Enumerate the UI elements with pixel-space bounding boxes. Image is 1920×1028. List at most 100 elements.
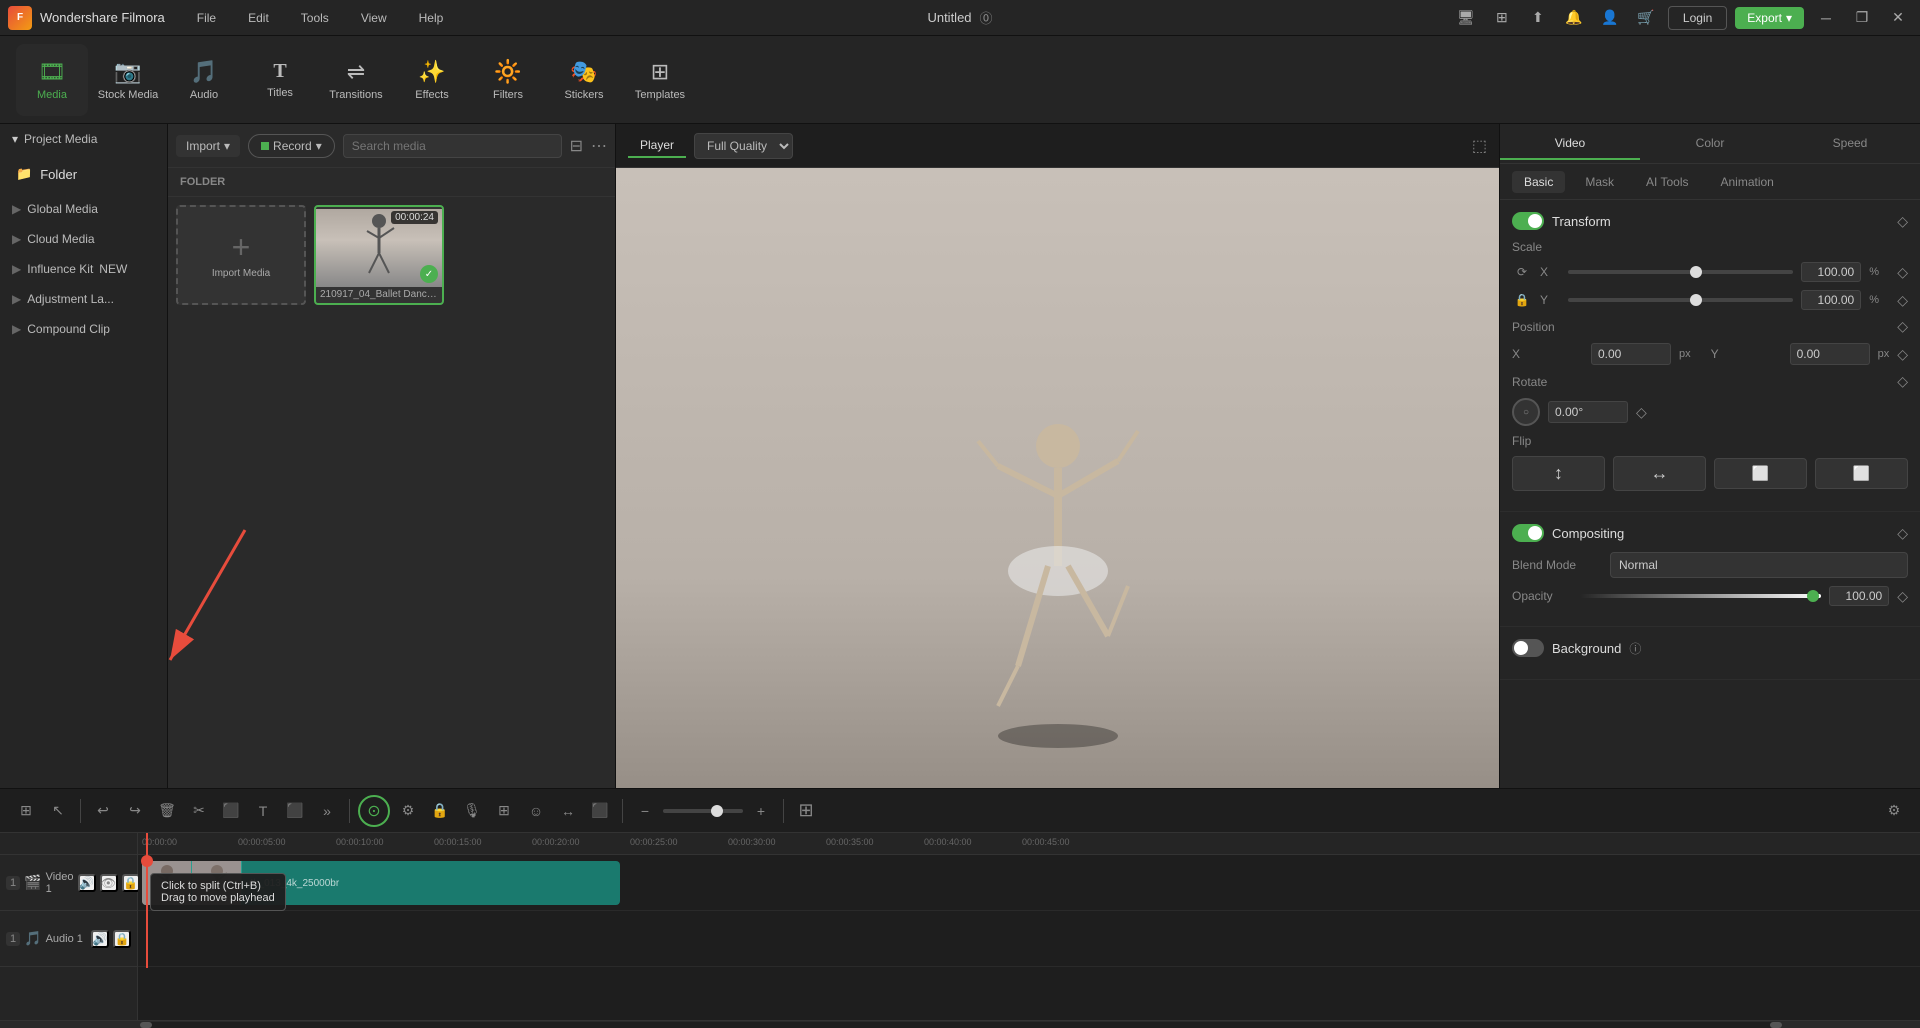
sticker-timeline-button[interactable]: ☺ xyxy=(522,797,550,825)
motion-button[interactable]: ↔ xyxy=(554,797,582,825)
blend-mode-select[interactable]: Normal Multiply Screen Overlay Darken Li… xyxy=(1610,552,1908,578)
filter-icon[interactable]: ⊟ xyxy=(570,136,583,156)
scale-x-keyframe-icon[interactable]: ◇ xyxy=(1897,264,1908,281)
flip-btn4[interactable]: ⬜ xyxy=(1815,458,1908,489)
export-button[interactable]: Export ▾ xyxy=(1735,7,1804,29)
rotate-keyframe-btn[interactable]: ◇ xyxy=(1636,404,1647,421)
position-x-input[interactable]: 0.00 xyxy=(1591,343,1671,365)
settings-button[interactable]: ⚙ xyxy=(1880,797,1908,825)
toolbar-item-titles[interactable]: T Titles xyxy=(244,44,316,116)
sub-tab-animation[interactable]: Animation xyxy=(1708,171,1785,193)
toolbar-item-stickers[interactable]: 🎭 Stickers xyxy=(548,44,620,116)
video1-hide-button[interactable]: 👁 xyxy=(100,874,118,892)
auto-enhance-button[interactable]: ⚙ xyxy=(394,797,422,825)
compositing-toggle[interactable] xyxy=(1512,524,1544,542)
sidebar-item-compound-clip[interactable]: ▶ Compound Clip xyxy=(0,314,167,344)
sidebar-item-influence-kit[interactable]: ▶ Influence Kit NEW xyxy=(0,254,167,284)
audio1-mute-button[interactable]: 🔊 xyxy=(91,930,109,948)
tab-video[interactable]: Video xyxy=(1500,128,1640,160)
opacity-value[interactable]: 100.00 xyxy=(1829,586,1889,606)
rotate-keyframe-icon[interactable]: ◇ xyxy=(1897,373,1908,390)
tab-speed[interactable]: Speed xyxy=(1780,128,1920,160)
user-icon[interactable]: 👤 xyxy=(1596,4,1624,32)
menu-file[interactable]: File xyxy=(189,7,224,29)
scale-y-slider[interactable] xyxy=(1568,298,1793,302)
position-y-input[interactable]: 0.00 xyxy=(1790,343,1870,365)
maximize-button[interactable]: ❐ xyxy=(1848,8,1876,28)
timeline-btn-layout[interactable]: ⊞ xyxy=(12,797,40,825)
player-tab[interactable]: Player xyxy=(628,134,686,158)
rotate-value-input[interactable]: 0.00° xyxy=(1548,401,1628,423)
pip-button[interactable]: ⬛ xyxy=(586,797,614,825)
opacity-slider[interactable] xyxy=(1580,594,1821,598)
opacity-keyframe-icon[interactable]: ◇ xyxy=(1897,588,1908,605)
transform-keyframe-icon[interactable]: ◇ xyxy=(1897,213,1908,230)
zoom-out-button[interactable]: − xyxy=(631,797,659,825)
timeline-btn-text[interactable]: T xyxy=(249,797,277,825)
help-icon[interactable]: ⓪ xyxy=(980,8,993,27)
tab-color[interactable]: Color xyxy=(1640,128,1780,160)
sub-tab-basic[interactable]: Basic xyxy=(1512,171,1565,193)
scrollbar-track[interactable] xyxy=(140,1022,1782,1028)
flip-h-button[interactable]: ↕ xyxy=(1512,456,1605,491)
scale-y-keyframe-icon[interactable]: ◇ xyxy=(1897,292,1908,309)
media-clip-1[interactable]: 00:00:24 ✓ 210917_04_Ballet Dancer_4k... xyxy=(314,205,444,305)
toolbar-item-media[interactable]: 🎞 Media xyxy=(16,44,88,116)
video1-mute-button[interactable]: 🔊 xyxy=(78,874,96,892)
scale-x-slider[interactable] xyxy=(1568,270,1793,274)
playhead[interactable] xyxy=(146,833,148,968)
cart-icon[interactable]: 🛒 xyxy=(1632,4,1660,32)
toolbar-item-templates[interactable]: ⊞ Templates xyxy=(624,44,696,116)
audio1-lock-button[interactable]: 🔒 xyxy=(113,930,131,948)
flip-btn3[interactable]: ⬜ xyxy=(1714,458,1807,489)
quality-select[interactable]: Full Quality 1/2 Quality 1/4 Quality xyxy=(694,133,793,159)
sidebar-item-cloud-media[interactable]: ▶ Cloud Media xyxy=(0,224,167,254)
grid-icon[interactable]: ⊞ xyxy=(1488,4,1516,32)
background-info-icon[interactable]: ⓘ xyxy=(1629,640,1641,657)
import-button[interactable]: Import ▾ xyxy=(176,135,240,157)
monitor-icon[interactable]: 🖥 xyxy=(1452,4,1480,32)
scale-x-value[interactable]: 100.00 xyxy=(1801,262,1861,282)
toolbar-item-stock[interactable]: 📷 Stock Media xyxy=(92,44,164,116)
export-dropdown-icon[interactable]: ▾ xyxy=(1786,11,1792,25)
scale-y-value[interactable]: 100.00 xyxy=(1801,290,1861,310)
toolbar-item-transitions[interactable]: ⇌ Transitions xyxy=(320,44,392,116)
transform-toggle[interactable] xyxy=(1512,212,1544,230)
sub-tab-mask[interactable]: Mask xyxy=(1573,171,1626,193)
timeline-btn-delete[interactable]: 🗑 xyxy=(153,797,181,825)
video1-lock-button[interactable]: 🔒 xyxy=(122,874,140,892)
flip-v-button[interactable]: ↔ xyxy=(1613,456,1706,491)
search-input[interactable] xyxy=(343,134,562,158)
bell-icon[interactable]: 🔔 xyxy=(1560,4,1588,32)
toolbar-item-filters[interactable]: 🔆 Filters xyxy=(472,44,544,116)
timeline-btn-trim[interactable]: ⬛ xyxy=(217,797,245,825)
close-button[interactable]: ✕ xyxy=(1884,8,1912,28)
toolbar-item-audio[interactable]: 🎵 Audio xyxy=(168,44,240,116)
position-keyframe-icon[interactable]: ◇ xyxy=(1897,318,1908,335)
import-media-button[interactable]: + Import Media xyxy=(176,205,306,305)
timeline-btn-redo[interactable]: ↪ xyxy=(121,797,149,825)
sidebar-item-folder[interactable]: 📁 Folder xyxy=(0,158,167,190)
player-fullscreen-icon[interactable]: ⬚ xyxy=(1472,136,1487,156)
scrollbar-start[interactable] xyxy=(140,1022,152,1028)
project-media-header[interactable]: ▾ Project Media xyxy=(0,124,167,154)
background-toggle[interactable] xyxy=(1512,639,1544,657)
sub-tab-ai-tools[interactable]: AI Tools xyxy=(1634,171,1700,193)
compositing-keyframe-icon[interactable]: ◇ xyxy=(1897,525,1908,542)
sidebar-item-adjustment-layer[interactable]: ▶ Adjustment La... xyxy=(0,284,167,314)
share-icon[interactable]: ⬆ xyxy=(1524,4,1552,32)
minimize-button[interactable]: ─ xyxy=(1812,8,1840,28)
record-button[interactable]: Record ▾ xyxy=(248,134,335,158)
timeline-btn-cut[interactable]: ✂ xyxy=(185,797,213,825)
sidebar-item-global-media[interactable]: ▶ Global Media xyxy=(0,194,167,224)
menu-view[interactable]: View xyxy=(353,7,395,29)
timeline-btn-more[interactable]: » xyxy=(313,797,341,825)
toolbar-item-effects[interactable]: ✨ Effects xyxy=(396,44,468,116)
more-options-icon[interactable]: ⋯ xyxy=(591,136,607,156)
position-link-icon[interactable]: ◇ xyxy=(1897,346,1908,363)
split-button[interactable]: ⊙ xyxy=(358,795,390,827)
add-track-button[interactable]: ⊞ xyxy=(490,797,518,825)
menu-edit[interactable]: Edit xyxy=(240,7,277,29)
record-timeline-button[interactable]: 🎙 xyxy=(458,797,486,825)
zoom-slider[interactable] xyxy=(663,809,743,813)
